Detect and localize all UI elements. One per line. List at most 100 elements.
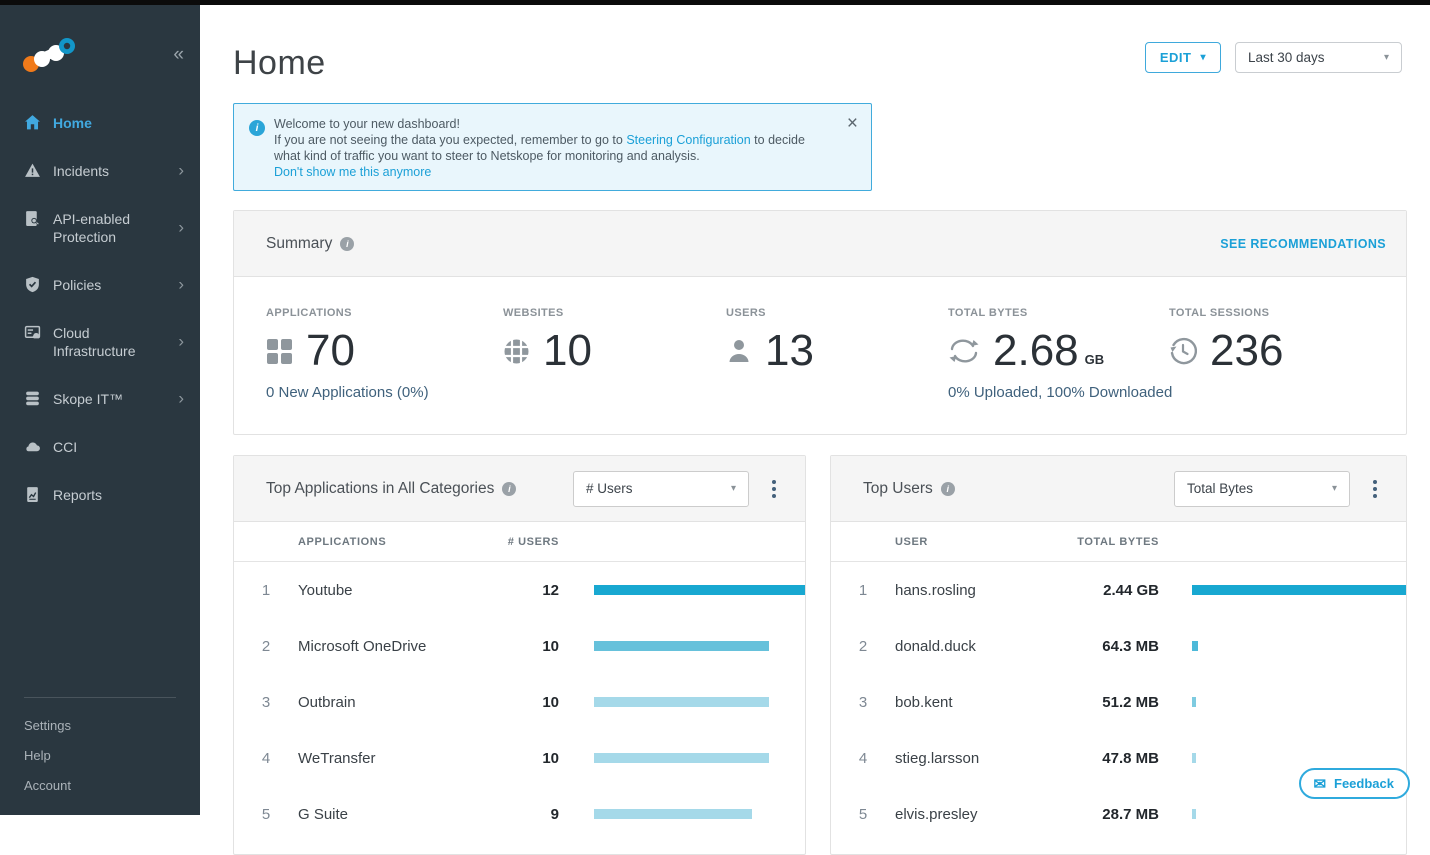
sidebar-item-home[interactable]: Home — [0, 99, 200, 147]
row-value: 28.7 MB — [1066, 806, 1159, 823]
metric-users: USERS 13 — [726, 307, 814, 374]
table-row[interactable]: 1 hans.rosling 2.44 GB — [831, 562, 1406, 618]
row-rank: 5 — [831, 806, 895, 823]
chevron-right-icon: › — [178, 332, 184, 352]
table-row[interactable]: 2 Microsoft OneDrive 10 — [234, 618, 805, 674]
shield-check-icon — [24, 276, 41, 293]
summary-body: APPLICATIONS 70 0 New Applications (0%) … — [234, 277, 1406, 435]
bar-track — [594, 753, 805, 763]
feedback-button[interactable]: ✉ Feedback — [1299, 768, 1410, 799]
row-value: 47.8 MB — [1066, 750, 1159, 767]
history-clock-icon — [1169, 337, 1197, 365]
bar-track — [1192, 809, 1406, 819]
sidebar-nav: Home Incidents › API-enabled Protection … — [0, 99, 200, 519]
row-name: elvis.presley — [895, 806, 1066, 823]
sidebar-item-label: Home — [53, 114, 92, 132]
sidebar-item-label: CCI — [53, 438, 77, 456]
caret-down-icon: ▾ — [1200, 52, 1206, 63]
chevron-right-icon: › — [178, 161, 184, 181]
welcome-banner: i Welcome to your new dashboard! If you … — [233, 103, 872, 191]
page-title: Home — [233, 44, 326, 83]
row-name: donald.duck — [895, 638, 1066, 655]
sidebar-item-help[interactable]: Help — [24, 740, 176, 770]
sidebar-item-skope-it[interactable]: Skope IT™ › — [0, 375, 200, 423]
table-row[interactable]: 1 Youtube 12 — [234, 562, 805, 618]
info-icon[interactable]: i — [340, 237, 354, 251]
sidebar-item-reports[interactable]: Reports — [0, 471, 200, 519]
edit-button[interactable]: EDIT ▾ — [1145, 42, 1221, 73]
apps-sort-select[interactable]: # Users ▾ — [573, 471, 749, 507]
top-applications-title-text: Top Applications in All Categories — [266, 480, 494, 498]
users-col-total-bytes: TOTAL BYTES — [1066, 536, 1159, 548]
report-chart-icon — [24, 486, 41, 503]
dont-show-link[interactable]: Don't show me this anymore — [274, 164, 431, 180]
sidebar-item-label: Reports — [53, 486, 102, 504]
table-row[interactable]: 4 WeTransfer 10 — [234, 730, 805, 786]
info-icon[interactable]: i — [941, 482, 955, 496]
sidebar-item-incidents[interactable]: Incidents › — [0, 147, 200, 195]
bar-track — [594, 641, 805, 651]
row-name: G Suite — [298, 806, 469, 823]
cloud-icon — [24, 438, 41, 455]
metric-value: 70 — [306, 326, 355, 376]
metric-total-bytes: TOTAL BYTES 2.68 GB 0% Uploaded, 100% Do… — [948, 307, 1172, 401]
metric-websites: WEBSITES 10 — [503, 307, 592, 374]
sidebar-footer: Settings Help Account — [0, 697, 200, 800]
table-row[interactable]: 5 G Suite 9 — [234, 786, 805, 842]
top-applications-title: Top Applications in All Categories i — [266, 480, 516, 498]
row-value: 10 — [469, 750, 559, 767]
sidebar-item-policies[interactable]: Policies › — [0, 261, 200, 309]
sidebar-item-cloud-infrastructure[interactable]: Cloud Infrastructure › — [0, 309, 200, 375]
feedback-label: Feedback — [1334, 776, 1394, 791]
value-bar — [1192, 753, 1196, 763]
top-users-title-text: Top Users — [863, 480, 933, 498]
sidebar: « Home Incidents › API-enabled Protectio… — [0, 0, 200, 815]
close-icon[interactable]: × — [847, 114, 858, 133]
sidebar-item-cci[interactable]: CCI — [0, 423, 200, 471]
home-icon — [24, 114, 41, 131]
row-value: 12 — [469, 582, 559, 599]
value-bar — [1192, 697, 1196, 707]
metric-label: USERS — [726, 307, 814, 319]
caret-down-icon: ▾ — [1332, 483, 1337, 494]
kebab-menu-icon[interactable] — [763, 471, 785, 507]
table-row[interactable]: 3 bob.kent 51.2 MB — [831, 674, 1406, 730]
sidebar-divider — [24, 697, 176, 698]
value-bar — [594, 697, 769, 707]
row-rank: 3 — [831, 694, 895, 711]
table-row[interactable]: 2 donald.duck 64.3 MB — [831, 618, 1406, 674]
users-sort-select[interactable]: Total Bytes ▾ — [1174, 471, 1350, 507]
metric-label: APPLICATIONS — [266, 307, 429, 319]
table-row[interactable]: 3 Outbrain 10 — [234, 674, 805, 730]
bar-track — [594, 809, 805, 819]
kebab-menu-icon[interactable] — [1364, 471, 1386, 507]
apps-table-header: APPLICATIONS # USERS — [234, 522, 805, 562]
sidebar-collapse-icon[interactable]: « — [173, 44, 184, 66]
summary-title: Summary i — [266, 235, 354, 253]
banner-text: Welcome to your new dashboard! If you ar… — [274, 116, 831, 180]
metric-label: TOTAL SESSIONS — [1169, 307, 1283, 319]
row-value: 9 — [469, 806, 559, 823]
sidebar-item-api-enabled-protection[interactable]: API-enabled Protection › — [0, 195, 200, 261]
row-name: Microsoft OneDrive — [298, 638, 469, 655]
row-rank: 4 — [831, 750, 895, 767]
steering-configuration-link[interactable]: Steering Configuration — [626, 133, 750, 147]
value-bar — [594, 641, 769, 651]
uploaded-downloaded-link[interactable]: 0% Uploaded, 100% Downloaded — [948, 384, 1172, 401]
sync-arrows-icon — [948, 337, 980, 365]
info-icon[interactable]: i — [502, 482, 516, 496]
server-icon — [24, 324, 41, 341]
see-recommendations-link[interactable]: SEE RECOMMENDATIONS — [1220, 237, 1386, 251]
netskope-logo — [22, 36, 78, 74]
summary-title-text: Summary — [266, 235, 332, 253]
date-range-select[interactable]: Last 30 days ▾ — [1235, 42, 1402, 73]
row-rank: 1 — [831, 582, 895, 599]
date-range-value: Last 30 days — [1248, 50, 1325, 65]
sidebar-item-account[interactable]: Account — [24, 770, 176, 800]
value-bar — [1192, 641, 1198, 651]
sidebar-item-settings[interactable]: Settings — [24, 710, 176, 740]
window-top-edge — [0, 0, 1430, 5]
row-rank: 5 — [234, 806, 298, 823]
new-applications-link[interactable]: 0 New Applications (0%) — [266, 384, 429, 401]
chevron-right-icon: › — [178, 275, 184, 295]
